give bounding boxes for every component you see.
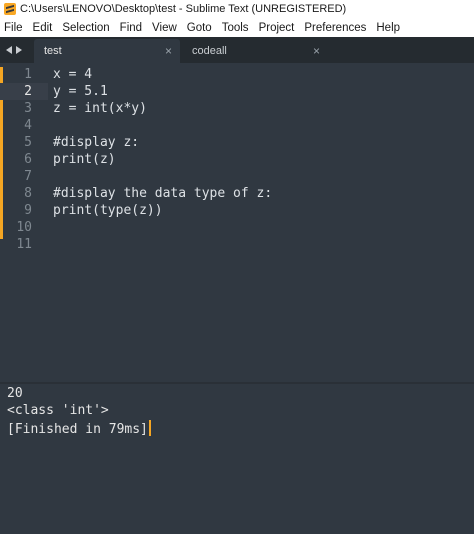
menu-file[interactable]: File — [4, 22, 23, 34]
line-number: 1 — [24, 67, 32, 82]
output-line: <class 'int'> — [7, 403, 109, 418]
code-text[interactable]: print(type(z)) — [53, 202, 163, 219]
tab-close-icon[interactable]: × — [313, 44, 320, 58]
code-text[interactable]: #display the data type of z: — [53, 185, 272, 202]
menu-edit[interactable]: Edit — [33, 22, 53, 34]
sublime-text-icon — [4, 3, 16, 15]
tab-close-icon[interactable]: × — [165, 44, 172, 58]
code-text[interactable]: x = 4 — [53, 66, 92, 83]
line-number: 3 — [24, 101, 32, 116]
line-number: 10 — [16, 220, 32, 235]
code-line: 8 #display the data type of z: — [0, 185, 474, 202]
tab-codeall[interactable]: codeall × — [182, 39, 328, 63]
code-line: 5 #display z: — [0, 134, 474, 151]
menu-find[interactable]: Find — [120, 22, 142, 34]
tab-navigation — [6, 37, 22, 63]
menu-project[interactable]: Project — [259, 22, 295, 34]
code-editor[interactable]: 1 x = 4 2 y = 5.1 3 z = int(x*y) 4 5 #di… — [0, 63, 474, 382]
menu-view[interactable]: View — [152, 22, 177, 34]
tab-next-icon[interactable] — [16, 46, 22, 54]
text-cursor — [148, 420, 151, 436]
code-text[interactable]: y = 5.1 — [53, 83, 108, 100]
window-title: C:\Users\LENOVO\Desktop\test - Sublime T… — [20, 3, 347, 15]
tab-bar: test × codeall × — [0, 37, 474, 63]
code-line: 2 y = 5.1 — [0, 83, 474, 100]
menu-selection[interactable]: Selection — [62, 22, 109, 34]
menu-bar: File Edit Selection Find View Goto Tools… — [0, 18, 474, 37]
code-line: 11 — [0, 236, 474, 253]
code-line: 4 — [0, 117, 474, 134]
line-number: 8 — [24, 186, 32, 201]
line-number: 4 — [24, 118, 32, 133]
tab-test[interactable]: test × — [34, 39, 180, 63]
tab-label: test — [44, 45, 62, 57]
menu-tools[interactable]: Tools — [222, 22, 249, 34]
line-number: 5 — [24, 135, 32, 150]
code-line: 7 — [0, 168, 474, 185]
line-number: 11 — [16, 237, 32, 252]
line-number: 7 — [24, 169, 32, 184]
code-line: 10 — [0, 219, 474, 236]
tab-prev-icon[interactable] — [6, 46, 12, 54]
output-finished-text: [Finished in 79ms] — [7, 422, 148, 437]
code-line: 1 x = 4 — [0, 66, 474, 83]
output-line: 20 — [7, 386, 23, 401]
menu-goto[interactable]: Goto — [187, 22, 212, 34]
code-line: 6 print(z) — [0, 151, 474, 168]
menu-preferences[interactable]: Preferences — [304, 22, 366, 34]
title-bar: C:\Users\LENOVO\Desktop\test - Sublime T… — [0, 0, 474, 18]
line-number: 2 — [24, 84, 32, 99]
code-text[interactable]: z = int(x*y) — [53, 100, 147, 117]
code-text[interactable]: #display z: — [53, 134, 139, 151]
line-number: 6 — [24, 152, 32, 167]
code-text[interactable]: print(z) — [53, 151, 116, 168]
tab-label: codeall — [192, 45, 227, 57]
code-line: 3 z = int(x*y) — [0, 100, 474, 117]
output-line: [Finished in 79ms] — [7, 420, 151, 439]
line-number: 9 — [24, 203, 32, 218]
build-output-panel[interactable]: 20 <class 'int'> [Finished in 79ms] — [0, 384, 474, 534]
menu-help[interactable]: Help — [376, 22, 400, 34]
code-line: 9 print(type(z)) — [0, 202, 474, 219]
